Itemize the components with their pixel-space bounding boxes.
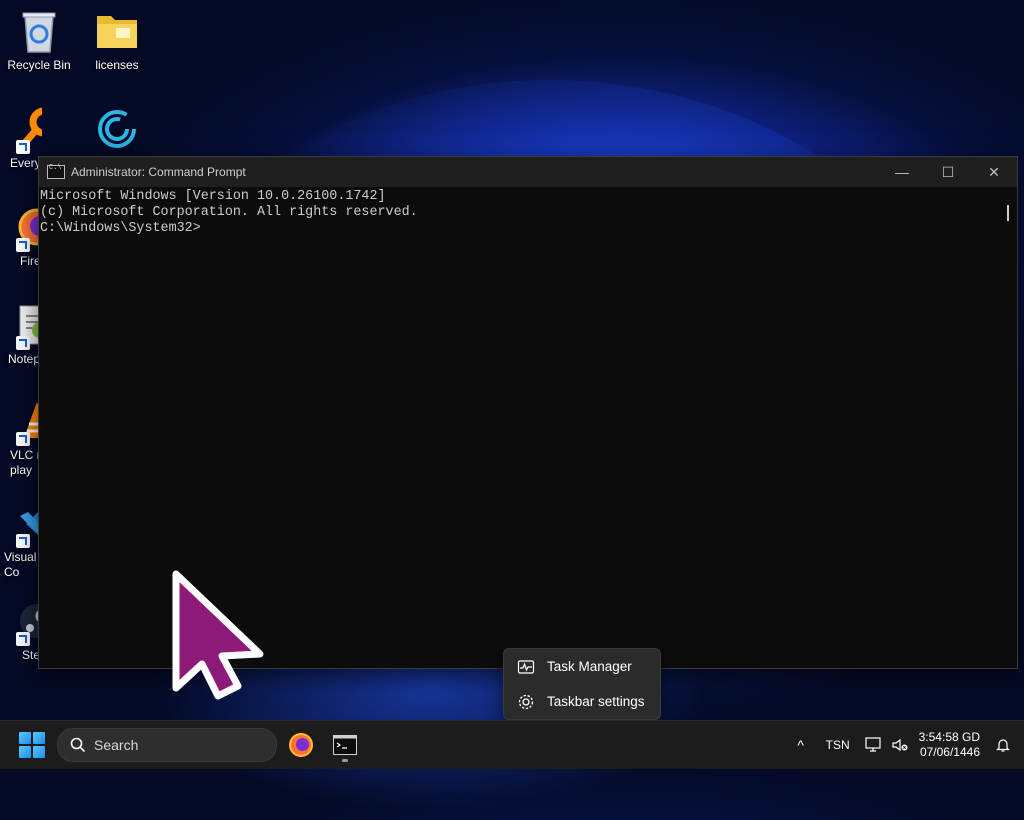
- windows-logo-pane: [33, 732, 45, 744]
- search-icon: [70, 737, 86, 753]
- taskbar-firefox[interactable]: [281, 725, 321, 765]
- taskbar-search[interactable]: Search: [57, 728, 277, 762]
- windows-logo-pane: [19, 732, 31, 744]
- mouse-cursor-icon: [172, 570, 264, 700]
- windows-logo-pane: [19, 746, 31, 758]
- console-prompt-line: C:\Windows\System32>: [40, 221, 201, 236]
- console-output[interactable]: Microsoft Windows [Version 10.0.26100.17…: [39, 187, 1017, 237]
- minimize-button[interactable]: —: [879, 157, 925, 187]
- taskbar-context-menu: Task Manager Taskbar settings: [503, 648, 661, 720]
- scrollbar-thumb[interactable]: [1007, 205, 1009, 221]
- window-titlebar[interactable]: Administrator: Command Prompt — ☐ ✕: [39, 157, 1017, 187]
- shortcut-arrow-icon: [16, 238, 30, 252]
- desktop-icon-label: Every: [10, 156, 41, 170]
- shortcut-arrow-icon: [16, 632, 30, 646]
- windows-logo-pane: [33, 746, 45, 758]
- task-manager-icon: [517, 658, 535, 676]
- desktop-icon-steam[interactable]: Ste: [0, 598, 42, 662]
- desktop-icon-everything[interactable]: Every: [0, 106, 42, 170]
- taskbar-command-prompt[interactable]: [325, 725, 365, 765]
- everything-search-icon: [14, 106, 42, 154]
- start-button[interactable]: [19, 732, 45, 758]
- recycle-bin-icon: [16, 8, 62, 54]
- shortcut-arrow-icon: [16, 534, 30, 548]
- console-line: (c) Microsoft Corporation. All rights re…: [40, 205, 418, 220]
- desktop-icon-licenses[interactable]: licenses: [78, 8, 156, 72]
- taskbar: Search ^ TSN 3:54:58 GD 07/06/1446: [0, 720, 1024, 769]
- firefox-icon: [289, 733, 313, 757]
- desktop-icon-label: VLC m play: [10, 448, 42, 477]
- desktop-icon-label: licenses: [95, 58, 139, 72]
- console-line: Microsoft Windows [Version 10.0.26100.17…: [40, 189, 386, 204]
- maximize-button[interactable]: ☐: [925, 157, 971, 187]
- desktop-icon-vscode[interactable]: Visual Co: [0, 500, 42, 580]
- desktop-icon-label: Visual Co: [4, 550, 37, 579]
- clock-date: 07/06/1446: [919, 745, 980, 759]
- system-tray: ^ TSN 3:54:58 GD 07/06/1446: [787, 721, 1024, 769]
- desktop-icon-recycle-bin[interactable]: Recycle Bin: [0, 8, 78, 72]
- ring-app-icon: [94, 106, 140, 152]
- folder-icon: [94, 8, 140, 54]
- menu-item-task-manager[interactable]: Task Manager: [504, 649, 660, 684]
- command-prompt-icon: [47, 164, 65, 179]
- desktop-icon-label: Ste: [22, 648, 41, 662]
- desktop-icon-ring-app[interactable]: [78, 106, 156, 156]
- window-title: Administrator: Command Prompt: [71, 165, 246, 179]
- language-indicator[interactable]: TSN: [815, 738, 861, 752]
- desktop-icon-label: Notep: [8, 352, 41, 366]
- network-icon[interactable]: [861, 737, 887, 753]
- desktop-icon-vlc[interactable]: VLC m play: [0, 398, 42, 478]
- show-hidden-icons-chevron-icon[interactable]: ^: [787, 737, 815, 753]
- shortcut-arrow-icon: [16, 336, 30, 350]
- shortcut-arrow-icon: [16, 432, 30, 446]
- desktop-icon-notepad-plus[interactable]: Notep: [0, 302, 42, 366]
- menu-item-label: Taskbar settings: [547, 694, 645, 709]
- menu-item-taskbar-settings[interactable]: Taskbar settings: [504, 684, 660, 719]
- menu-item-label: Task Manager: [547, 659, 632, 674]
- search-placeholder: Search: [94, 737, 139, 753]
- running-indicator: [342, 759, 348, 762]
- command-prompt-icon: [333, 735, 357, 755]
- desktop-icon-label: Fire: [20, 254, 41, 268]
- notification-bell-icon[interactable]: [988, 737, 1018, 753]
- shortcut-arrow-icon: [16, 140, 30, 154]
- taskbar-clock[interactable]: 3:54:58 GD 07/06/1446: [919, 730, 980, 760]
- clock-time: 3:54:58 GD: [918, 730, 980, 744]
- volume-muted-icon[interactable]: [887, 737, 913, 753]
- gear-icon: [517, 693, 535, 711]
- close-button[interactable]: ✕: [971, 157, 1017, 187]
- desktop-icon-firefox[interactable]: Fire: [0, 204, 42, 268]
- desktop-icon-label: Recycle Bin: [7, 58, 71, 72]
